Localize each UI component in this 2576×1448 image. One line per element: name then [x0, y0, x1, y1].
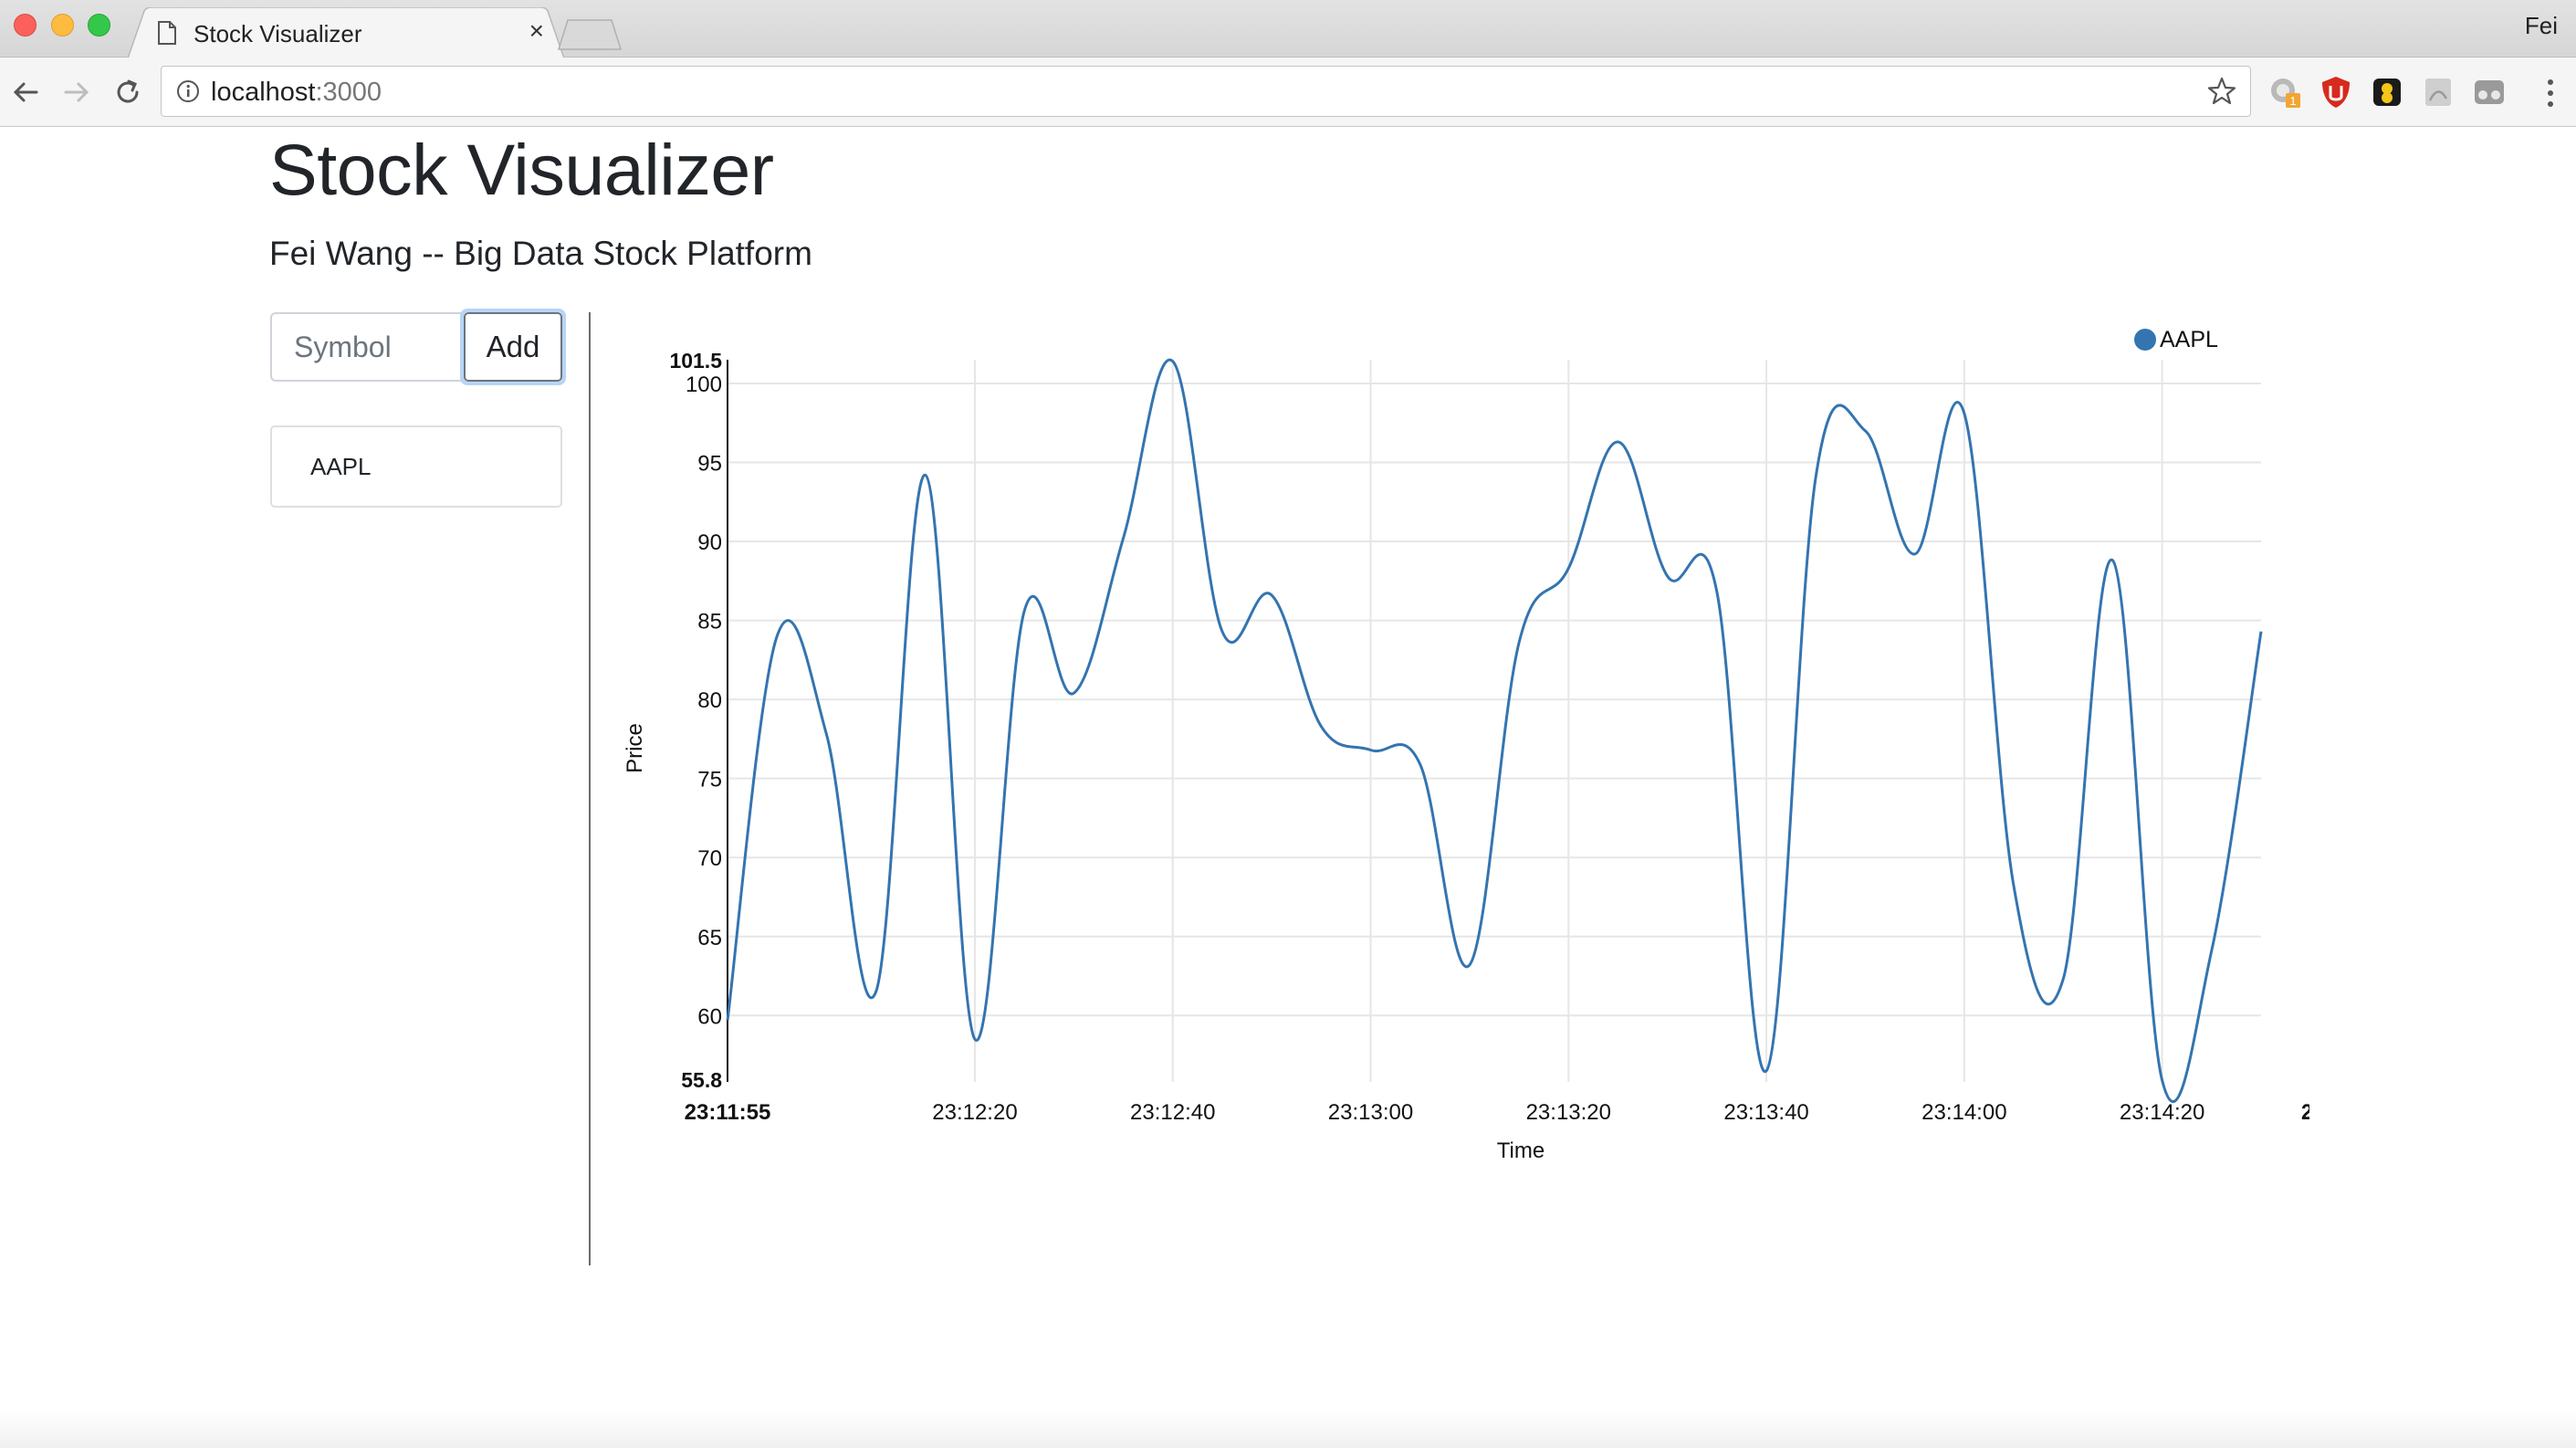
add-button[interactable]: Add [460, 309, 566, 385]
more-menu-icon[interactable] [2545, 76, 2556, 110]
symbol-list: AAPL [270, 425, 562, 508]
legend-label: AAPL [2160, 327, 2218, 352]
x-tick-label: 23:12:20 [932, 1100, 1017, 1125]
x-min-label: 23:11:55 [685, 1100, 771, 1125]
forward-arrow-icon[interactable] [60, 76, 93, 109]
y-tick-label: 65 [697, 926, 722, 950]
y-tick-label: 60 [697, 1004, 722, 1029]
y-tick-label: 75 [697, 768, 722, 792]
pdf-extension-icon[interactable] [2421, 75, 2456, 110]
page-icon [158, 21, 176, 45]
url-text: localhost:3000 [211, 78, 382, 107]
legend-marker [2134, 329, 2156, 351]
y-tick-label: 100 [686, 372, 722, 397]
ublock-icon[interactable] [2319, 75, 2353, 110]
x-tick-label: 23:12:40 [1130, 1100, 1215, 1125]
browser-tab-bar: Stock Visualizer × Fei [0, 0, 2576, 58]
tab-title: Stock Visualizer [194, 20, 362, 47]
bookmark-star-icon[interactable] [2206, 76, 2237, 107]
browser-toolbar: localhost:3000 1 [0, 58, 2576, 127]
tab-stock-visualizer[interactable]: Stock Visualizer × [128, 7, 564, 58]
y-tick-label: 80 [697, 688, 722, 713]
svg-text:1: 1 [2289, 94, 2296, 108]
x-tick-label: 23:13:40 [1723, 1100, 1808, 1125]
minimize-window-button[interactable] [51, 14, 74, 37]
page-title: Stock Visualizer [269, 129, 774, 210]
add-button-label: Add [486, 330, 540, 363]
x-tick-label: 23:14:00 [1922, 1100, 2006, 1125]
close-window-button[interactable] [14, 14, 37, 37]
tab-close-icon[interactable]: × [529, 18, 544, 44]
panel-divider [589, 312, 591, 1265]
series-line-aapl [726, 358, 2263, 1104]
y-tick-label: 95 [697, 452, 722, 477]
new-tab-button[interactable] [557, 18, 623, 51]
profile-name[interactable]: Fei [2525, 12, 2558, 40]
y-axis-title: Price [623, 723, 647, 773]
tampermonkey-icon[interactable] [2370, 75, 2404, 110]
stock-chart: 60 65 70 75 80 85 90 95 100 23:12:20 23:12:40 23:13… [623, 327, 2309, 1163]
maximize-window-button[interactable] [88, 14, 110, 37]
back-arrow-icon[interactable] [9, 76, 42, 109]
y-tick-label: 70 [697, 846, 722, 871]
page-bottom-shadow [0, 1411, 2576, 1448]
reload-icon[interactable] [111, 76, 144, 109]
page-subtitle: Fei Wang -- Big Data Stock Platform [269, 235, 812, 272]
extension-history-icon[interactable]: 1 [2267, 75, 2302, 110]
x-tick-label: 23:14:20 [2120, 1100, 2204, 1125]
y-min-label: 55.8 [681, 1068, 722, 1092]
y-tick-label: 90 [697, 530, 722, 555]
incognito-extension-icon[interactable] [2472, 75, 2507, 110]
symbol-input[interactable] [270, 312, 462, 382]
x-axis-title: Time [1497, 1138, 1545, 1163]
symbol-list-item[interactable]: AAPL [270, 425, 562, 508]
x-tick-label: 23:13:20 [1526, 1100, 1611, 1125]
info-icon[interactable] [176, 79, 200, 103]
x-tick-label: 23:13:00 [1328, 1100, 1413, 1125]
x-max-label: 23:14:30 [2301, 1100, 2309, 1125]
y-max-label: 101.5 [669, 349, 722, 372]
address-bar[interactable]: localhost:3000 [161, 66, 2251, 117]
y-tick-label: 85 [697, 610, 722, 635]
